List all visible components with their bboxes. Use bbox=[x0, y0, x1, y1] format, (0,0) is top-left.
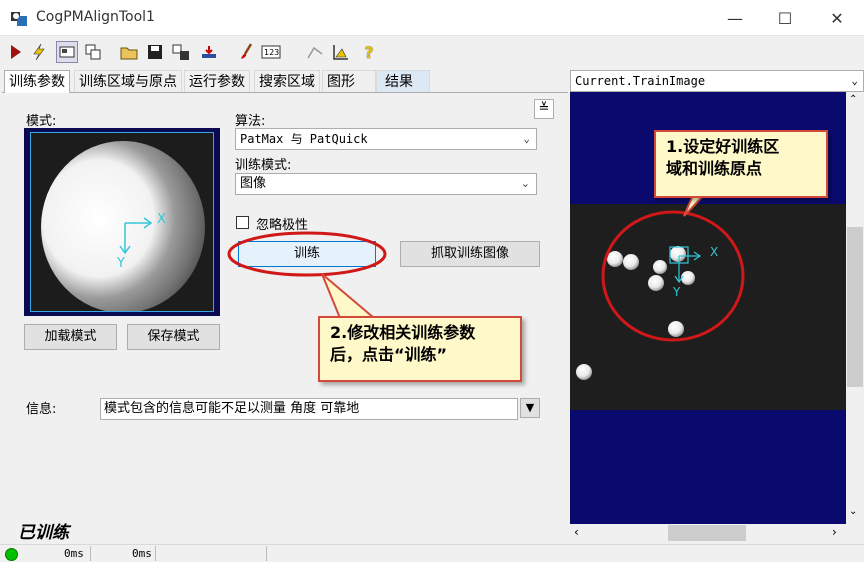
model-image-frame: X Y bbox=[30, 132, 214, 312]
info-field: 模式包含的信息可能不足以测量 角度 可靠地 bbox=[100, 398, 518, 420]
display-axis-x-label: X bbox=[710, 245, 718, 259]
tab-train-region-origin[interactable]: 训练区域与原点 bbox=[74, 70, 182, 92]
title-bar: CogPMAlignTool1 — ☐ ✕ bbox=[0, 0, 864, 36]
status-divider bbox=[266, 546, 267, 561]
app-icon bbox=[11, 12, 27, 26]
window-title: CogPMAlignTool1 bbox=[36, 9, 155, 25]
train-mode-label: 训练模式: bbox=[235, 158, 292, 173]
chevron-down-icon: ⌄ bbox=[520, 177, 530, 190]
tab-run-params[interactable]: 运行参数 bbox=[184, 70, 250, 92]
lightning-icon[interactable] bbox=[28, 41, 50, 63]
status-divider bbox=[90, 546, 91, 561]
window: CogPMAlignTool1 — ☐ ✕ 123 ? 训练参数 训练区域与原点… bbox=[0, 0, 864, 562]
time-readout-1: 0ms bbox=[64, 547, 84, 560]
tab-search-region[interactable]: 搜索区域 bbox=[254, 70, 320, 92]
scroll-left-icon[interactable]: ‹ bbox=[574, 525, 579, 539]
model-axis-x-label: X bbox=[157, 212, 166, 227]
ruler-icon[interactable] bbox=[330, 41, 352, 63]
chevron-down-icon: ⌄ bbox=[523, 132, 530, 145]
trained-status-label: 已训练 bbox=[18, 523, 69, 543]
callout-step1: 1.设定好训练区 域和训练原点 bbox=[654, 130, 828, 198]
image-icon[interactable] bbox=[56, 41, 78, 63]
tab-train-params[interactable]: 训练参数 bbox=[4, 70, 70, 93]
tab-results[interactable]: 结果 bbox=[376, 70, 430, 92]
train-mode-select-value: 图像 bbox=[240, 176, 267, 191]
status-divider bbox=[155, 546, 156, 561]
brush-icon[interactable] bbox=[236, 41, 258, 63]
callout-step2: 2.修改相关训练参数 后，点击“训练” bbox=[318, 316, 522, 382]
model-blob-graphic: X Y bbox=[41, 141, 205, 311]
counter-123-icon[interactable]: 123 bbox=[260, 41, 282, 63]
horizontal-scrollbar[interactable]: ‹ › bbox=[570, 524, 846, 542]
info-label: 信息: bbox=[26, 402, 57, 417]
chevron-down-icon: ⌄ bbox=[851, 74, 858, 87]
ignore-polarity-checkbox[interactable] bbox=[236, 216, 249, 229]
model-axis-y-label: Y bbox=[116, 256, 125, 271]
help-icon[interactable]: ? bbox=[358, 41, 380, 63]
svg-text:123: 123 bbox=[264, 48, 279, 57]
algorithm-label: 算法: bbox=[235, 114, 266, 129]
load-pattern-button[interactable]: 加载模式 bbox=[24, 324, 117, 350]
double-chevron-icon: ≚ bbox=[538, 101, 550, 116]
image-selector-value: Current.TrainImage bbox=[575, 74, 706, 88]
status-indicator-icon bbox=[5, 548, 18, 561]
run-icon[interactable] bbox=[4, 41, 26, 63]
scroll-down-icon[interactable]: ⌄ bbox=[849, 506, 857, 517]
collapse-button[interactable]: ≚ bbox=[534, 99, 554, 119]
toolbar: 123 ? bbox=[0, 37, 864, 67]
maximize-button[interactable]: ☐ bbox=[760, 0, 810, 36]
vertical-scrollbar[interactable]: ⌃ ⌄ bbox=[846, 92, 864, 524]
train-image: X Y bbox=[570, 204, 846, 410]
mode-label: 模式: bbox=[26, 114, 57, 129]
model-image: X Y bbox=[24, 128, 220, 316]
reset-icon[interactable] bbox=[198, 41, 220, 63]
minimize-button[interactable]: — bbox=[710, 0, 760, 36]
grab-train-image-button[interactable]: 抓取训练图像 bbox=[400, 241, 540, 267]
algorithm-select-value: PatMax 与 PatQuick bbox=[240, 132, 368, 146]
draw-icon[interactable] bbox=[304, 41, 326, 63]
info-expand-button[interactable]: ▼ bbox=[520, 398, 540, 418]
algorithm-select[interactable]: PatMax 与 PatQuick ⌄ bbox=[235, 128, 537, 150]
horizontal-scroll-thumb[interactable] bbox=[668, 525, 746, 541]
time-readout-2: 0ms bbox=[132, 547, 152, 560]
train-mode-select[interactable]: 图像 ⌄ bbox=[235, 173, 537, 195]
display-axis-y-label: Y bbox=[672, 285, 681, 299]
close-button[interactable]: ✕ bbox=[812, 0, 862, 36]
image-selector[interactable]: Current.TrainImage ⌄ bbox=[570, 70, 864, 92]
import-icon[interactable] bbox=[170, 41, 192, 63]
save-pattern-button[interactable]: 保存模式 bbox=[127, 324, 220, 350]
save-icon[interactable] bbox=[144, 41, 166, 63]
scroll-up-icon[interactable]: ⌃ bbox=[849, 94, 857, 105]
vertical-scroll-thumb[interactable] bbox=[847, 227, 863, 387]
status-bar: 0ms 0ms bbox=[0, 544, 864, 562]
train-image-graphic: X Y bbox=[576, 210, 745, 380]
open-folder-icon[interactable] bbox=[118, 41, 140, 63]
copy-icon[interactable] bbox=[82, 41, 104, 63]
tab-graphics[interactable]: 图形 bbox=[322, 70, 376, 92]
scroll-right-icon[interactable]: › bbox=[832, 525, 837, 539]
arrow-down-icon: ▼ bbox=[525, 401, 535, 414]
